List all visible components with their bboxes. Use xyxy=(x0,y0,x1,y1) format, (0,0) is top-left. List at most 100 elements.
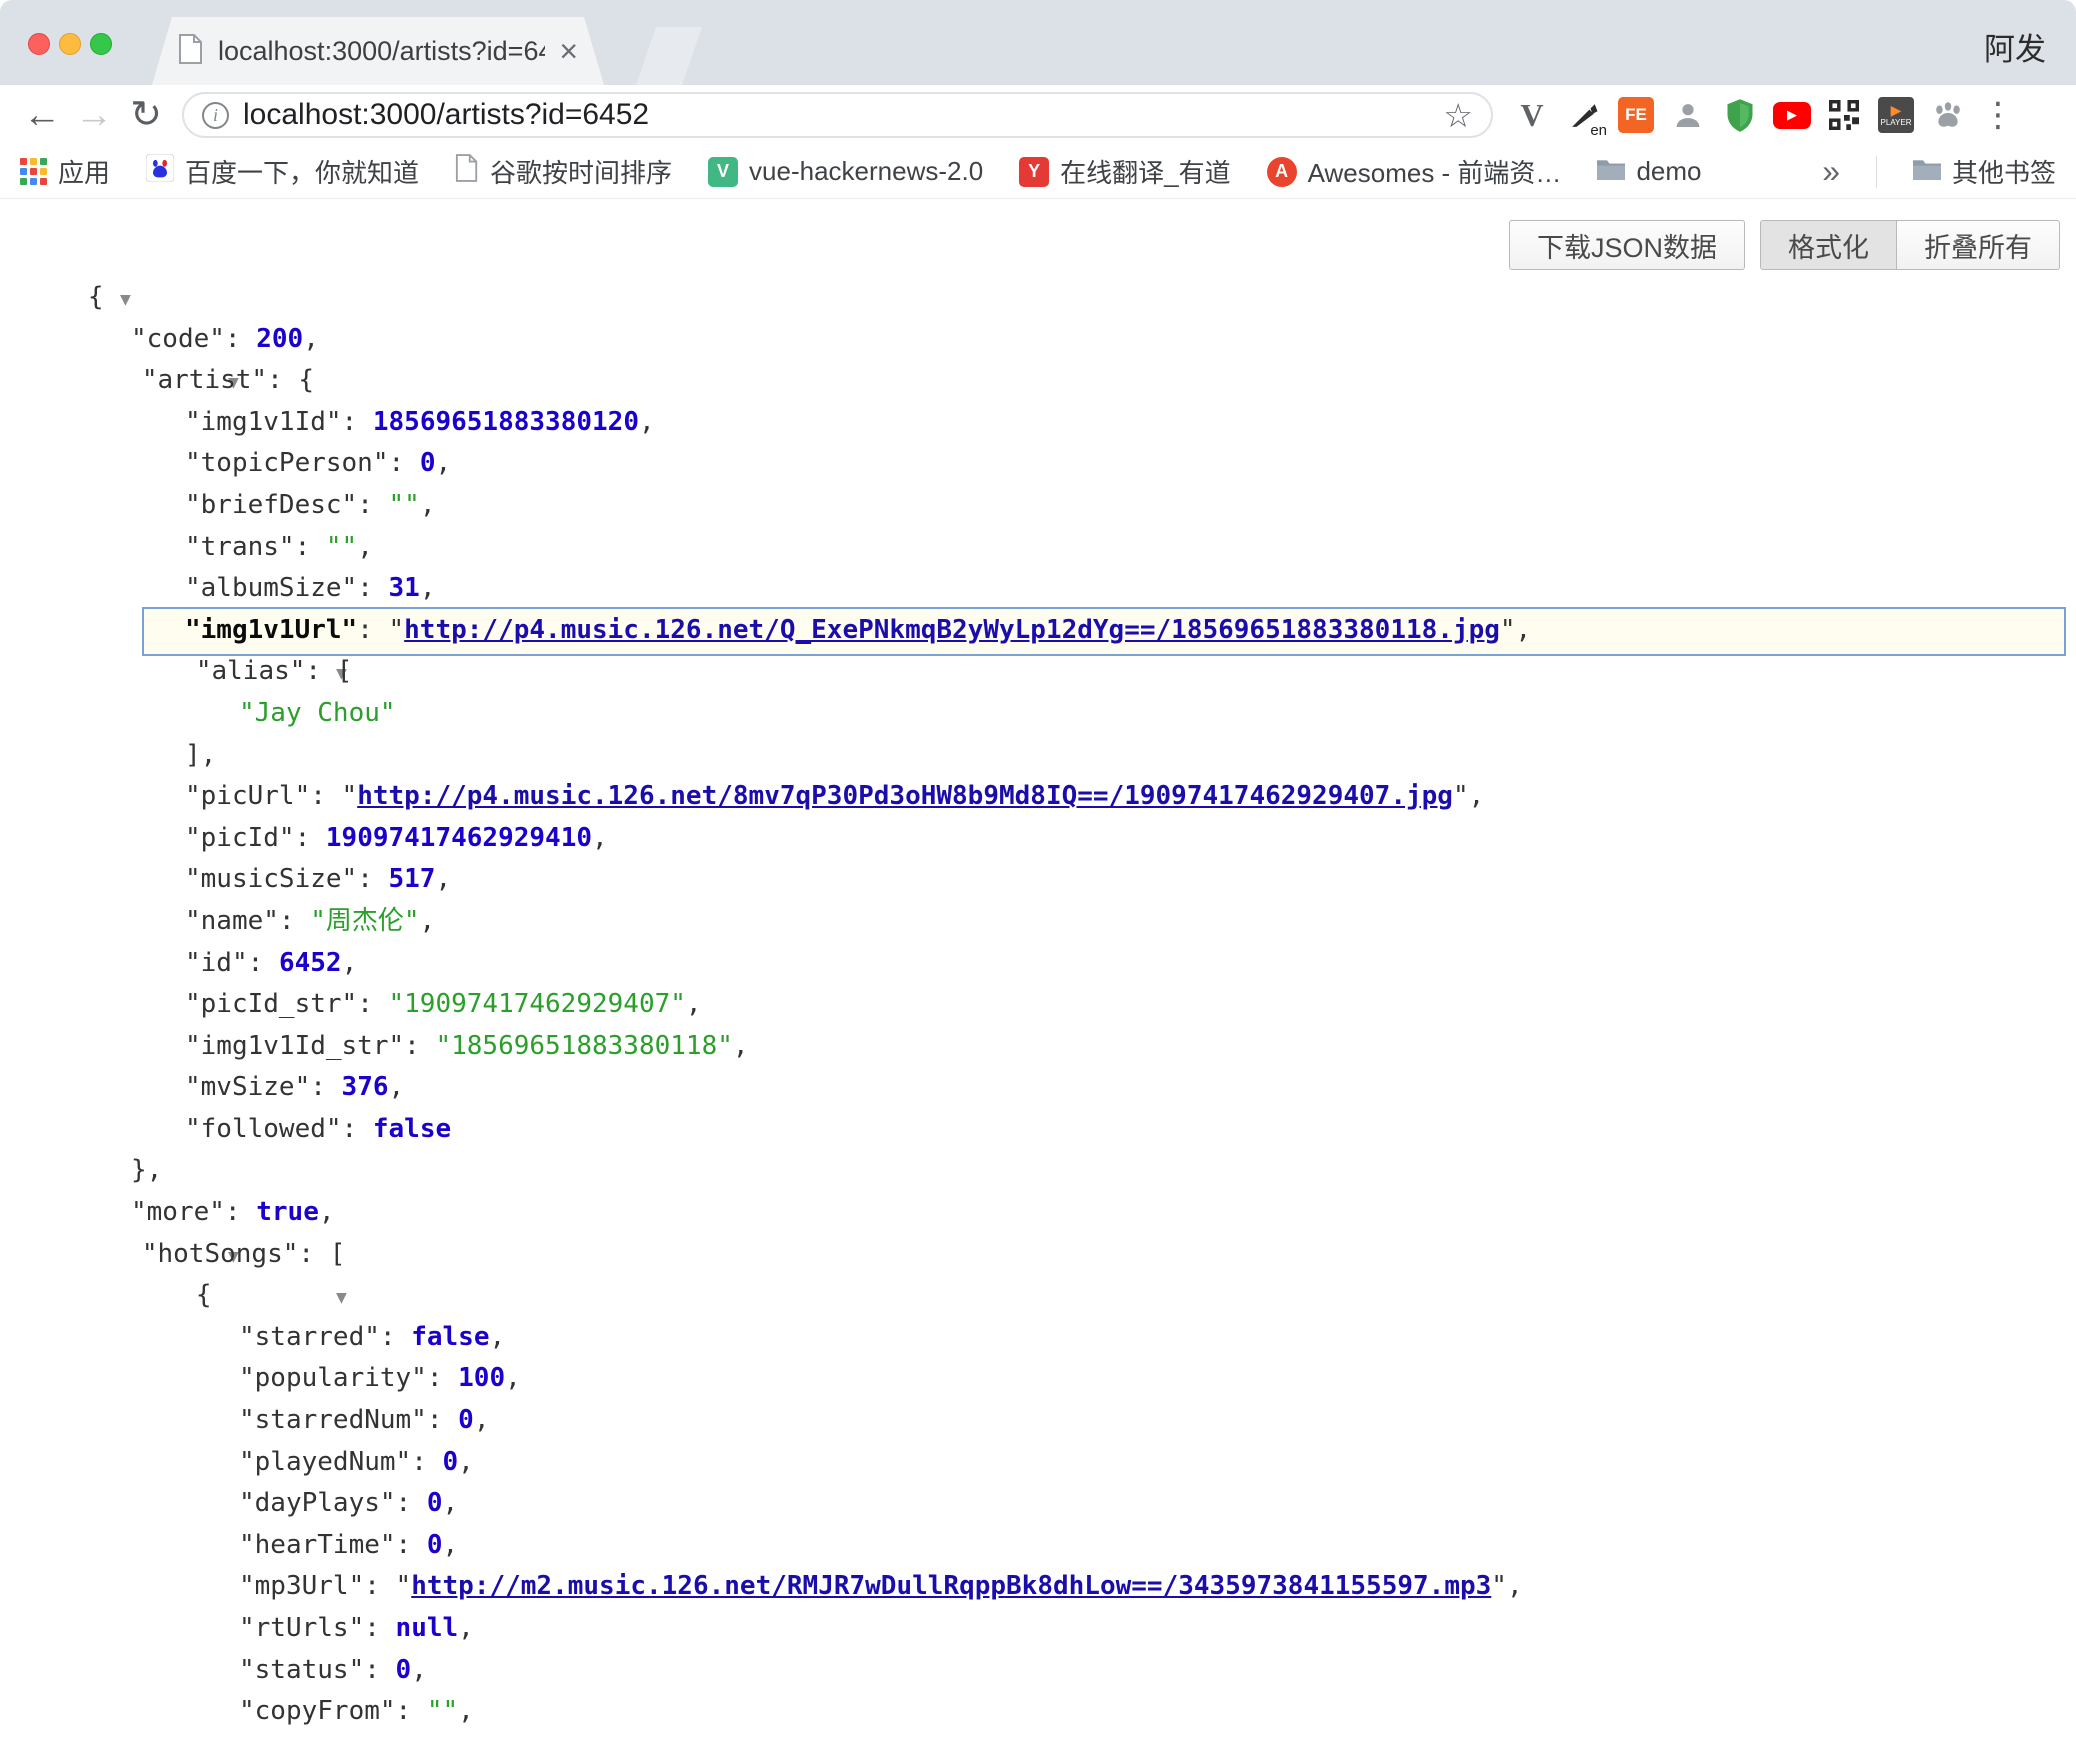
json-line: "picId_str": "19097417462929407", xyxy=(0,984,2076,1026)
json-token: , xyxy=(420,573,436,603)
browser-menu-icon[interactable]: ⋮ xyxy=(1981,98,2015,132)
json-line: "copyFrom": "", xyxy=(0,1691,2076,1733)
collapse-all-button[interactable]: 折叠所有 xyxy=(1897,220,2060,270)
profile-extension-icon[interactable] xyxy=(1669,96,1707,134)
collapse-toggle-icon[interactable]: ▼ xyxy=(120,289,131,310)
json-line: "popularity": 100, xyxy=(0,1358,2076,1400)
new-tab-button[interactable] xyxy=(636,27,702,85)
json-token: , xyxy=(357,532,373,562)
bookmark-youdao[interactable]: Y 在线翻译_有道 xyxy=(1019,153,1230,190)
json-token: { xyxy=(196,1280,212,1310)
json-token: , xyxy=(420,490,436,520)
json-token: : [ xyxy=(298,1239,345,1269)
json-token: , xyxy=(458,1613,474,1643)
forward-icon[interactable]: → xyxy=(68,96,120,134)
json-token: , xyxy=(443,1530,459,1560)
folder-icon xyxy=(1597,156,1625,187)
fe-extension-icon[interactable]: FE xyxy=(1617,96,1655,134)
download-json-button[interactable]: 下载JSON数据 xyxy=(1509,220,1745,270)
bookmark-awesomes[interactable]: A Awesomes - 前端资… xyxy=(1267,153,1562,190)
json-token: "" xyxy=(326,532,357,562)
json-token: "周杰伦" xyxy=(310,906,419,936)
bookmark-star-icon[interactable]: ☆ xyxy=(1443,99,1473,132)
json-token: false xyxy=(411,1322,489,1352)
json-link[interactable]: http://p4.music.126.net/Q_ExePNkmqB2yWyL… xyxy=(404,615,1500,645)
bookmark-demo[interactable]: demo xyxy=(1597,156,1701,187)
json-token: : xyxy=(357,989,388,1019)
awesomes-icon: A xyxy=(1267,157,1297,187)
json-token: "mp3Url" xyxy=(239,1571,364,1601)
collapse-toggle-icon[interactable]: ▼ xyxy=(336,1287,347,1308)
close-window-button[interactable] xyxy=(28,33,50,55)
json-token: 31 xyxy=(389,573,420,603)
json-line: "hearTime": 0, xyxy=(0,1525,2076,1567)
bookmarks-overflow-chevron[interactable]: » xyxy=(1822,153,1840,190)
json-token: "trans" xyxy=(185,532,295,562)
tab-close-icon[interactable]: × xyxy=(559,35,578,67)
window-controls xyxy=(28,33,112,55)
folder-icon xyxy=(1913,156,1941,187)
bookmark-vue-hackernews[interactable]: V vue-hackernews-2.0 xyxy=(708,156,983,187)
vue-icon: V xyxy=(708,157,738,187)
json-token: "briefDesc" xyxy=(185,490,357,520)
player-extension-icon[interactable]: ▶ PLAYER xyxy=(1877,96,1915,134)
json-token: "18569651883380118" xyxy=(435,1031,732,1061)
address-bar[interactable]: i localhost:3000/artists?id=6452 ☆ xyxy=(182,92,1493,138)
browser-tab[interactable]: localhost:3000/artists?id=645 × xyxy=(152,17,604,85)
translate-extension-icon[interactable]: en xyxy=(1565,96,1603,134)
json-token: : xyxy=(357,490,388,520)
site-info-icon[interactable]: i xyxy=(202,102,229,129)
json-link[interactable]: http://p4.music.126.net/8mv7qP30Pd3oHW8b… xyxy=(357,781,1453,811)
json-line: "mvSize": 376, xyxy=(0,1067,2076,1109)
url-text[interactable]: localhost:3000/artists?id=6452 xyxy=(243,98,1429,132)
browser-window: localhost:3000/artists?id=645 × 阿发 ← → ↻… xyxy=(0,0,2076,1754)
json-token: , xyxy=(458,1447,474,1477)
qrcode-extension-icon[interactable] xyxy=(1825,96,1863,134)
json-token: , xyxy=(505,1363,521,1393)
json-link[interactable]: http://m2.music.126.net/RMJR7wDullRqppBk… xyxy=(411,1571,1491,1601)
json-token: 0 xyxy=(396,1655,412,1685)
json-token: "mvSize" xyxy=(185,1072,310,1102)
json-token: "hotSongs" xyxy=(142,1239,299,1269)
json-token: 18569651883380120 xyxy=(373,407,639,437)
json-token: "albumSize" xyxy=(185,573,357,603)
json-token: : xyxy=(342,407,373,437)
reload-icon[interactable]: ↻ xyxy=(120,96,172,134)
json-token: : [ xyxy=(305,656,352,686)
json-token: : xyxy=(357,864,388,894)
json-token: , xyxy=(686,989,702,1019)
v-extension-icon[interactable]: V xyxy=(1513,96,1551,134)
json-viewer-actions: 下载JSON数据 格式化 折叠所有 xyxy=(1509,220,2060,270)
json-token: : xyxy=(357,573,388,603)
bookmark-google-sort[interactable]: 谷歌按时间排序 xyxy=(455,153,672,190)
json-token: "picId" xyxy=(185,823,295,853)
json-token: " xyxy=(389,615,405,645)
shield-extension-icon[interactable] xyxy=(1721,96,1759,134)
json-line: ▼"artist": { xyxy=(0,360,2076,402)
json-line: ▼"hotSongs": [ xyxy=(0,1234,2076,1276)
json-line: "mp3Url": "http://m2.music.126.net/RMJR7… xyxy=(0,1566,2076,1608)
profile-name[interactable]: 阿发 xyxy=(1984,24,2046,69)
back-icon[interactable]: ← xyxy=(16,96,68,134)
json-line: "img1v1Id": 18569651883380120, xyxy=(0,402,2076,444)
minimize-window-button[interactable] xyxy=(59,33,81,55)
json-line: "albumSize": 31, xyxy=(0,568,2076,610)
json-token: 6452 xyxy=(279,948,342,978)
json-token: "musicSize" xyxy=(185,864,357,894)
json-token: : xyxy=(295,532,326,562)
zoom-window-button[interactable] xyxy=(90,33,112,55)
json-line: ▼{ xyxy=(0,1275,2076,1317)
json-token: 0 xyxy=(420,448,436,478)
json-line: "Jay Chou" xyxy=(0,693,2076,735)
other-bookmarks[interactable]: 其他书签 xyxy=(1913,153,2056,190)
bookmark-apps[interactable]: 应用 xyxy=(20,153,110,190)
youtube-extension-icon[interactable]: ▶ xyxy=(1773,96,1811,134)
json-token: "status" xyxy=(239,1655,364,1685)
json-line: }, xyxy=(0,1150,2076,1192)
paw-extension-icon[interactable] xyxy=(1929,96,1967,134)
page-favicon-icon xyxy=(178,34,204,69)
json-line: "more": true, xyxy=(0,1192,2076,1234)
bookmark-baidu[interactable]: 百度一下，你就知道 xyxy=(146,153,419,190)
format-button[interactable]: 格式化 xyxy=(1760,220,1897,270)
json-token: "picId_str" xyxy=(185,989,357,1019)
